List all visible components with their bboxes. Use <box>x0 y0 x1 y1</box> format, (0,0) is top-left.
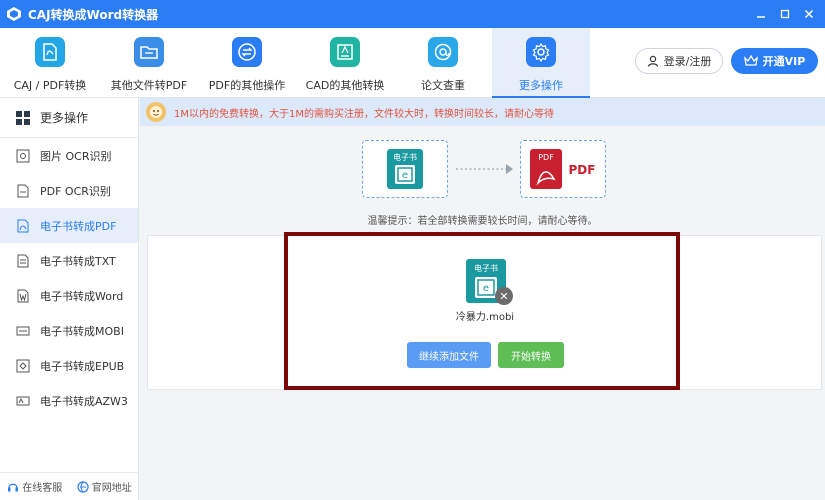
online-support-link[interactable]: 在线客服 <box>7 479 62 494</box>
main-content: 1M以内的免费转换，大于1M的需购买注册，文件较大时，转换时间较长，请耐心等待 … <box>140 98 825 500</box>
at-icon <box>428 37 458 67</box>
sidebar-item-label: 图片 OCR识别 <box>40 149 112 163</box>
ebook-azw3-icon <box>16 396 30 405</box>
target-format-box: PDF PDF <box>520 140 606 198</box>
sidebar-item-label: 电子书转成PDF <box>40 219 117 233</box>
sidebar-item-ebook-to-azw3[interactable]: 电子书转成AZW3 <box>0 383 138 418</box>
ebook-pdf-icon <box>17 219 29 232</box>
tool-label: CAD的其他转换 <box>305 79 385 92</box>
user-icon <box>647 55 658 67</box>
conversion-flow: e 电子书 PDF PDF <box>362 140 606 198</box>
sidebar-header-label: 更多操作 <box>40 111 89 125</box>
vip-label: 开通VIP <box>762 55 806 68</box>
close-icon[interactable] <box>799 4 819 24</box>
start-convert-button[interactable]: 开始转换 <box>498 342 564 368</box>
tool-pdf-other-ops[interactable]: PDF的其他操作 <box>198 28 296 98</box>
sidebar-item-label: 电子书转成EPUB <box>40 359 125 373</box>
svg-text:e: e <box>483 283 489 294</box>
online-support-label: 在线客服 <box>22 483 63 494</box>
sidebar-item-image-ocr[interactable]: 图片 OCR识别 <box>0 138 138 173</box>
grid-icon <box>16 110 30 125</box>
sidebar-item-ebook-to-word[interactable]: 电子书转成Word <box>0 278 138 313</box>
website-link[interactable]: 官网地址 <box>77 479 132 494</box>
tip-text: 温馨提示：若全部转换需要较长时间，请耐心等待。 <box>367 216 598 227</box>
sidebar-item-label: 电子书转成TXT <box>40 254 116 268</box>
tool-more-ops[interactable]: 更多操作 <box>492 28 590 98</box>
add-file-button[interactable]: 继续添加文件 <box>407 342 491 368</box>
app-logo-icon <box>7 7 21 21</box>
sidebar-item-label: 电子书转成Word <box>40 289 124 303</box>
gear-icon <box>526 37 556 67</box>
sidebar-item-ebook-to-pdf[interactable]: 电子书转成PDF <box>0 208 138 243</box>
tool-cad-convert[interactable]: CAD的其他转换 <box>296 28 394 98</box>
window-controls <box>747 0 819 28</box>
swap-icon <box>232 37 262 67</box>
tool-paper-check[interactable]: 论文查重 <box>394 28 492 98</box>
ebook-file-icon: e 电子书 <box>387 149 423 189</box>
tool-label: 更多操作 <box>519 79 563 92</box>
pdf-convert-icon <box>35 37 65 67</box>
folder-icon <box>134 37 164 67</box>
tool-label: PDF的其他操作 <box>208 79 286 92</box>
image-ocr-icon <box>16 149 30 162</box>
maximize-icon[interactable] <box>775 4 795 24</box>
notice-bar: 1M以内的免费转换，大于1M的需购买注册，文件较大时，转换时间较长，请耐心等待 <box>140 98 825 126</box>
sidebar-item-ebook-to-mobi[interactable]: 电子书转成MOBI <box>0 313 138 348</box>
svg-text:e: e <box>402 170 408 181</box>
pdf-ocr-icon <box>17 184 29 197</box>
minimize-icon[interactable] <box>751 4 771 24</box>
website-label: 官网地址 <box>91 483 132 494</box>
target-format-text: PDF <box>569 163 596 177</box>
sidebar-footer: 在线客服 官网地址 <box>0 472 139 500</box>
sidebar-item-label: 电子书转成AZW3 <box>40 394 128 408</box>
sidebar: 更多操作 图片 OCR识别 PDF OCR识别 电子书转成PDF 电子书转成TX… <box>0 98 139 500</box>
source-format-box: e 电子书 <box>362 140 448 198</box>
sidebar-item-ebook-to-txt[interactable]: 电子书转成TXT <box>0 243 138 278</box>
sidebar-item-label: PDF OCR识别 <box>40 184 111 198</box>
dotted-arrow-icon <box>456 164 513 174</box>
tool-label: 其他文件转PDF <box>110 79 188 92</box>
mascot-icon <box>146 102 166 122</box>
source-format-label: 电子书 <box>393 152 417 162</box>
ebook-txt-icon <box>17 254 29 267</box>
target-format-label: PDF <box>538 153 554 162</box>
login-label: 登录/注册 <box>663 55 712 68</box>
login-button[interactable]: 登录/注册 <box>635 48 723 74</box>
sidebar-item-pdf-ocr[interactable]: PDF OCR识别 <box>0 173 138 208</box>
title-bar: CAJ转换成Word转换器 <box>0 0 825 28</box>
window-title: CAJ转换成Word转换器 <box>28 7 159 22</box>
crown-icon <box>743 55 758 66</box>
sidebar-item-label: 电子书转成MOBI <box>40 324 124 338</box>
vip-button[interactable]: 开通VIP <box>731 48 818 74</box>
file-type-label: 电子书 <box>474 263 498 273</box>
pdf-file-icon: PDF PDF <box>530 149 596 189</box>
notice-text: 1M以内的免费转换，大于1M的需购买注册，文件较大时，转换时间较长，请耐心等待 <box>174 108 554 120</box>
tool-label: 论文查重 <box>421 79 465 92</box>
tool-other-to-pdf[interactable]: 其他文件转PDF <box>100 28 198 98</box>
remove-file-icon[interactable]: ✕ <box>495 287 513 305</box>
headset-icon <box>8 483 19 491</box>
tool-caj-pdf-convert[interactable]: CAJ / PDF转换 <box>0 28 100 98</box>
file-name: 冷暴力.mobi <box>455 312 515 323</box>
tool-label: CAJ / PDF转换 <box>13 79 87 92</box>
sidebar-header: 更多操作 <box>0 98 138 138</box>
ebook-word-icon <box>17 289 29 302</box>
sidebar-item-ebook-to-epub[interactable]: 电子书转成EPUB <box>0 348 138 383</box>
ebook-epub-icon <box>16 359 30 372</box>
cad-icon <box>330 37 360 67</box>
browser-icon <box>77 480 89 493</box>
ebook-mobi-icon <box>16 326 30 335</box>
